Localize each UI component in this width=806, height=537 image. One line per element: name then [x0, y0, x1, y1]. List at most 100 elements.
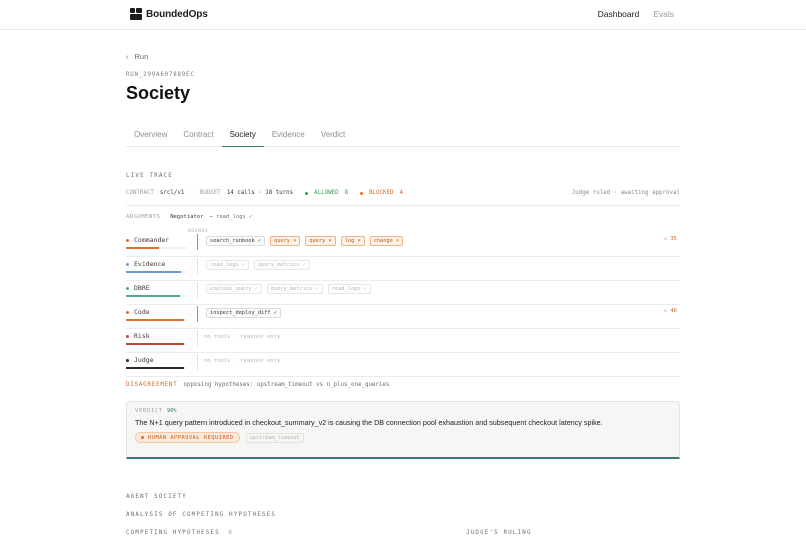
competing-hypotheses-label: COMPETING HYPOTHESES 6: [126, 530, 234, 536]
agent-progress-bar: [126, 343, 185, 345]
allowed-label: ALLOWED: [314, 190, 339, 196]
live-trace-label: LIVE TRACE: [126, 173, 173, 179]
agent-name-label: Risk: [134, 332, 150, 340]
verdict-label: VERDICT: [135, 408, 163, 414]
tab-overview[interactable]: Overview: [126, 124, 175, 147]
agent-name: DBRE: [126, 284, 150, 292]
tool-chip[interactable]: query_metrics ✓: [254, 260, 310, 270]
tab-bar: Overview Contract Society Evidence Verdi…: [126, 124, 680, 147]
no-tools-note: no tools · reasons only: [204, 358, 281, 364]
disagreement-text: opposing hypotheses: upstream_timeout vs…: [183, 382, 390, 388]
budget-label: BUDGET: [199, 190, 221, 196]
agent-progress-track: [126, 343, 186, 345]
agent-name: Risk: [126, 332, 150, 340]
agent-name-label: DBRE: [134, 284, 150, 292]
agent-name: Code: [126, 308, 150, 316]
agent-society-label: AGENT SOCIETY: [126, 494, 187, 500]
tab-contract[interactable]: Contract: [175, 124, 221, 147]
agent-tools: explain_query ✓ query_metrics ✓ read_logs …: [206, 284, 371, 294]
page-title: Society: [126, 83, 191, 103]
agent-dot-icon: [126, 238, 129, 242]
agent-dot-icon: [126, 334, 129, 338]
tool-chip[interactable]: search_runbook ✓: [206, 236, 266, 246]
agent-name: Commander: [126, 236, 169, 244]
agent-tools: read_logs ✓ query_metrics ✓: [206, 260, 310, 270]
blocked-label: BLOCKED: [369, 190, 394, 196]
arguments-agent: Negotiator: [170, 214, 204, 220]
row-separator: [197, 234, 198, 250]
agent-row-judge[interactable]: Judge no tools · reasons only: [126, 353, 680, 377]
agent-progress-track: [126, 247, 186, 249]
contract-row: CONTRACT srcl/v1 · BUDGET 14 calls · 18 …: [126, 190, 680, 196]
agent-name-label: Commander: [134, 236, 170, 244]
budget-value: 14 calls · 18 turns: [226, 190, 294, 196]
trace-status: Judge ruled · awaiting approval: [571, 190, 680, 196]
competing-count: 6: [228, 530, 234, 536]
row-separator: [197, 258, 198, 274]
warning-alert[interactable]: ⚠ 46: [664, 308, 677, 314]
tab-society[interactable]: Society: [221, 124, 264, 147]
agent-row-code[interactable]: Code inspect_deploy_diff ✓ ⚠ 46: [126, 305, 680, 329]
agent-progress-bar: [126, 367, 185, 369]
agent-name: Judge: [126, 356, 154, 364]
warning-dot-icon: [141, 436, 144, 439]
chevron-left-icon: ‹: [126, 52, 129, 61]
logo[interactable]: BoundedOps: [130, 8, 208, 20]
blocked-dot-icon: [360, 191, 364, 195]
contract-value: srcl/v1: [159, 190, 185, 196]
agent-progress-bar: [126, 295, 180, 297]
warning-alert[interactable]: ⚠ 35: [664, 236, 677, 242]
agent-progress-bar: [126, 271, 182, 273]
app-name: BoundedOps: [146, 8, 208, 20]
verdict-badges: HUMAN APPROVAL REQUIRED upstream_timeout: [135, 432, 304, 443]
back-label: Run: [134, 52, 149, 61]
tool-chip[interactable]: inspect_deploy_diff ✓: [206, 308, 281, 318]
tool-chip[interactable]: explain_query ✓: [206, 284, 262, 294]
approval-badge-label: HUMAN APPROVAL REQUIRED: [148, 434, 234, 441]
arguments-action: → read_logs ✓: [209, 214, 253, 220]
blocked-count: 4: [399, 190, 404, 196]
agent-dot-icon: [126, 286, 129, 290]
nav-dashboard[interactable]: Dashboard: [598, 9, 640, 19]
arguments-row: ARGUMENTS Negotiator → read_logs ✓: [126, 214, 252, 220]
tool-chip[interactable]: query ×: [270, 236, 301, 246]
row-separator: [197, 306, 198, 322]
agent-progress-track: [126, 367, 186, 369]
agent-dot-icon: [126, 358, 129, 362]
agent-progress-bar: [126, 319, 185, 321]
tool-chip[interactable]: read_logs ✓: [327, 284, 371, 294]
tool-chip[interactable]: read_logs ✓: [206, 260, 250, 270]
analysis-label: ANALYSIS OF COMPETING HYPOTHESES: [126, 512, 277, 518]
tab-verdict[interactable]: Verdict: [313, 124, 353, 147]
allowed-count: 8: [344, 190, 349, 196]
tab-evidence[interactable]: Evidence: [264, 124, 313, 147]
logo-icon: [130, 8, 142, 20]
nav-evals[interactable]: Evals: [653, 9, 674, 19]
agent-row-risk[interactable]: Risk no tools · reasons only: [126, 329, 680, 353]
agent-progress-track: [126, 319, 186, 321]
agent-row-evidence[interactable]: Evidence read_logs ✓ query_metrics ✓: [126, 257, 680, 281]
verdict-text: The N+1 query pattern introduced in chec…: [135, 418, 603, 427]
agent-row-commander[interactable]: Commander search_runbook ✓ query × query × l…: [126, 233, 680, 257]
agent-row-dbre[interactable]: DBRE explain_query ✓ query_metrics ✓ read_l…: [126, 281, 680, 305]
back-link[interactable]: ‹ Run: [126, 52, 148, 61]
approval-badge[interactable]: HUMAN APPROVAL REQUIRED: [135, 432, 240, 443]
disagreement-label: DISAGREEMENT: [126, 382, 178, 388]
tool-chip[interactable]: change ×: [369, 236, 404, 246]
agent-name: Evidence: [126, 260, 165, 268]
tool-chip[interactable]: log ×: [340, 236, 365, 246]
agent-tools: search_runbook ✓ query × query × log × chang…: [206, 236, 404, 246]
tool-chip[interactable]: query ×: [305, 236, 336, 246]
top-bar: BoundedOps Dashboard Evals: [0, 0, 806, 30]
row-separator: [197, 354, 198, 370]
agent-progress-bar: [126, 247, 159, 249]
alt-hypothesis-badge: upstream_timeout: [245, 432, 304, 443]
tool-chip[interactable]: query_metrics ✓: [266, 284, 323, 294]
agent-dot-icon: [126, 262, 129, 266]
divider: [126, 205, 680, 206]
verdict-confidence: 90%: [166, 408, 177, 414]
contract-label: CONTRACT: [126, 190, 154, 196]
agent-name-label: Judge: [134, 356, 154, 364]
agent-dot-icon: [126, 310, 129, 314]
disagreement-row: DISAGREEMENT opposing hypotheses: upstre…: [126, 382, 389, 388]
